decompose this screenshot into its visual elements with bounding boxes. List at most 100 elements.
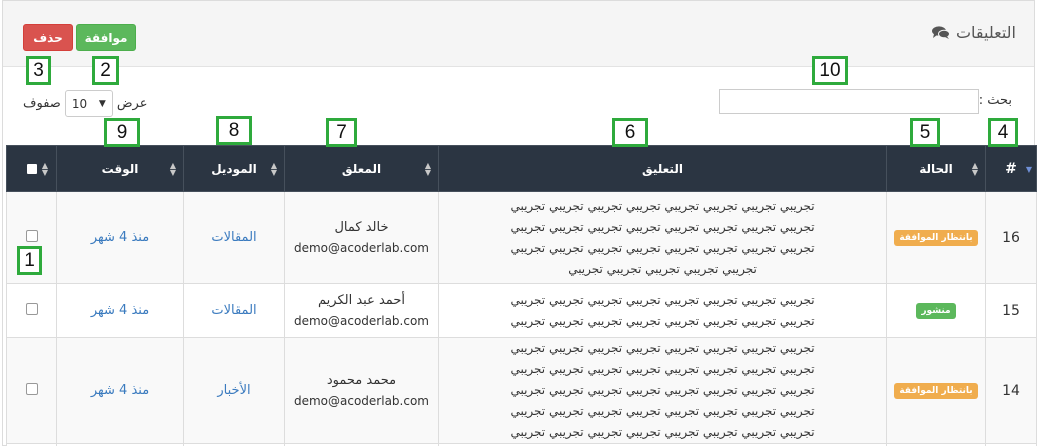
sort-icon: ▲ ▼ [424, 161, 431, 177]
page-title: التعليقات [931, 23, 1016, 42]
comment-line: تجريبي تجريبي تجريبي تجريبي تجريبي تجريب… [510, 404, 815, 418]
comments-table: ▲ ▼ الوقت ▲ ▼ الموديل ▲ ▼ المعلق ▲ ▼ التعليق [6, 145, 1037, 446]
comment-line: تجريبي تجريبي تجريبي تجريبي تجريبي تجريب… [510, 292, 815, 307]
sort-icon: ▲ ▼ [270, 161, 277, 177]
callout-7: 7 [326, 118, 357, 147]
time-link[interactable]: منذ 4 شهر [91, 383, 149, 398]
time-cell: منذ 4 شهر [56, 283, 184, 338]
commenter-email: demo@acoderlab.com [293, 314, 429, 328]
approve-button[interactable]: موافقة [76, 24, 136, 51]
callout-4: 4 [988, 118, 1018, 147]
id-cell: 16 [985, 191, 1037, 284]
module-cell: المقالات [183, 283, 285, 338]
comment-cell: تجريبي تجريبي تجريبي تجريبي تجريبي تجريب… [438, 191, 887, 284]
comment-line: تجريبي تجريبي تجريبي تجريبي تجريبي تجريب… [510, 362, 815, 376]
status-cell: بانتظار الموافقة [886, 337, 986, 444]
table-row: منذ 4 شهر المقالات أحمد عبد الكريم demo@… [6, 283, 1037, 338]
status-badge: بانتظار الموافقة [894, 383, 978, 399]
column-time[interactable]: الوقت ▲ ▼ [56, 145, 184, 192]
column-module-label: الموديل [211, 161, 257, 176]
comments-panel: التعليقات موافقة حذف بحث : صفوف 10 ▼ عرض… [2, 0, 1037, 446]
sort-icon: ▲ ▼ [971, 161, 978, 177]
column-id[interactable]: # ▼ [985, 145, 1037, 192]
row-checkbox[interactable] [25, 383, 38, 395]
comment-text: تجريبي تجريبي تجريبي تجريبي تجريبي تجريب… [439, 338, 886, 443]
time-cell: منذ 4 شهر [56, 337, 184, 444]
callout-6: 6 [612, 118, 648, 147]
module-link[interactable]: المقالات [211, 303, 256, 318]
rows-label: صفوف [23, 96, 61, 111]
row-checkbox[interactable] [25, 303, 38, 315]
delete-button[interactable]: حذف [23, 24, 73, 51]
commenter-email: demo@acoderlab.com [293, 394, 429, 408]
comment-line: تجريبي تجريبي تجريبي تجريبي تجريبي تجريب… [510, 313, 815, 328]
page-length-select[interactable]: 10 ▼ [64, 90, 113, 117]
comment-id: 16 [1002, 229, 1020, 246]
time-link[interactable]: منذ 4 شهر [91, 303, 149, 318]
callout-5: 5 [910, 118, 940, 147]
table-row: منذ 4 شهر المقالات خالد كمال demo@acoder… [6, 191, 1037, 284]
sort-icon: ▲ ▼ [169, 161, 176, 177]
comment-line: تجريبي تجريبي تجريبي تجريبي تجريبي [568, 261, 757, 276]
time-cell: منذ 4 شهر [56, 191, 184, 284]
status-cell: بانتظار الموافقة [886, 191, 986, 284]
commenter-name: محمد محمود [326, 373, 397, 388]
module-link[interactable]: المقالات [211, 230, 256, 245]
comment-cell: تجريبي تجريبي تجريبي تجريبي تجريبي تجريب… [438, 337, 887, 444]
column-comment-label: التعليق [642, 161, 683, 176]
callout-10: 10 [812, 56, 848, 85]
status-cell: منشور [886, 283, 986, 338]
column-id-label: # [1005, 160, 1017, 177]
column-module[interactable]: الموديل ▲ ▼ [183, 145, 285, 192]
row-select-cell [6, 283, 57, 338]
commenter-cell: محمد محمود demo@acoderlab.com [284, 337, 439, 444]
status-badge: منشور [916, 303, 956, 319]
column-comment[interactable]: التعليق [438, 145, 887, 192]
comment-id: 14 [1002, 382, 1020, 399]
page-length-value: 10 [71, 96, 88, 111]
search-label: بحث : [978, 93, 1012, 108]
status-badge: بانتظار الموافقة [894, 230, 978, 246]
comment-id: 15 [1002, 302, 1020, 319]
column-status[interactable]: الحالة ▲ ▼ [886, 145, 986, 192]
panel-header: التعليقات موافقة حذف [3, 1, 1034, 67]
row-checkbox[interactable] [25, 230, 38, 242]
select-all-checkbox[interactable] [26, 164, 37, 174]
callout-2: 2 [92, 56, 119, 85]
callout-3: 3 [26, 56, 51, 85]
commenter-email: demo@acoderlab.com [293, 241, 429, 255]
column-status-label: الحالة [919, 161, 953, 176]
comment-text: تجريبي تجريبي تجريبي تجريبي تجريبي تجريب… [439, 290, 886, 332]
id-cell: 15 [985, 283, 1037, 338]
commenter-name: خالد كمال [334, 220, 389, 235]
caret-down-icon: ▼ [98, 98, 106, 109]
commenter-cell: أحمد عبد الكريم demo@acoderlab.com [284, 283, 439, 338]
comment-line: تجريبي تجريبي تجريبي تجريبي تجريبي تجريب… [510, 240, 815, 255]
select-all-header[interactable]: ▲ ▼ [6, 145, 57, 192]
comment-cell: تجريبي تجريبي تجريبي تجريبي تجريبي تجريب… [438, 283, 887, 338]
column-time-label: الوقت [101, 161, 139, 176]
comment-line: تجريبي تجريبي تجريبي تجريبي تجريبي تجريب… [510, 341, 815, 355]
callout-1: 1 [17, 246, 42, 275]
comments-icon [931, 25, 950, 40]
column-commenter[interactable]: المعلق ▲ ▼ [284, 145, 439, 192]
callout-8: 8 [216, 116, 252, 145]
show-label: عرض [116, 96, 148, 111]
comment-text: تجريبي تجريبي تجريبي تجريبي تجريبي تجريب… [439, 196, 886, 280]
row-select-cell [6, 337, 57, 444]
id-cell: 14 [985, 337, 1037, 444]
time-link[interactable]: منذ 4 شهر [91, 230, 149, 245]
search-input[interactable] [719, 89, 979, 114]
module-cell: المقالات [183, 191, 285, 284]
comment-line: تجريبي تجريبي تجريبي تجريبي تجريبي تجريب… [510, 198, 815, 213]
page-length-control: صفوف 10 ▼ عرض [23, 90, 147, 117]
comment-line: تجريبي تجريبي تجريبي تجريبي تجريبي تجريب… [510, 383, 815, 397]
column-commenter-label: المعلق [341, 161, 382, 176]
table-header-row: ▲ ▼ الوقت ▲ ▼ الموديل ▲ ▼ المعلق ▲ ▼ التعليق [6, 145, 1037, 192]
comment-line: تجريبي تجريبي تجريبي تجريبي تجريبي تجريب… [510, 219, 815, 234]
sort-desc-icon: ▼ [1025, 165, 1032, 174]
page-title-text: التعليقات [955, 23, 1016, 42]
table-row: منذ 4 شهر الأخبار محمد محمود demo@acoder… [6, 337, 1037, 444]
module-link[interactable]: الأخبار [217, 383, 250, 398]
sort-icon: ▲ ▼ [41, 161, 48, 177]
